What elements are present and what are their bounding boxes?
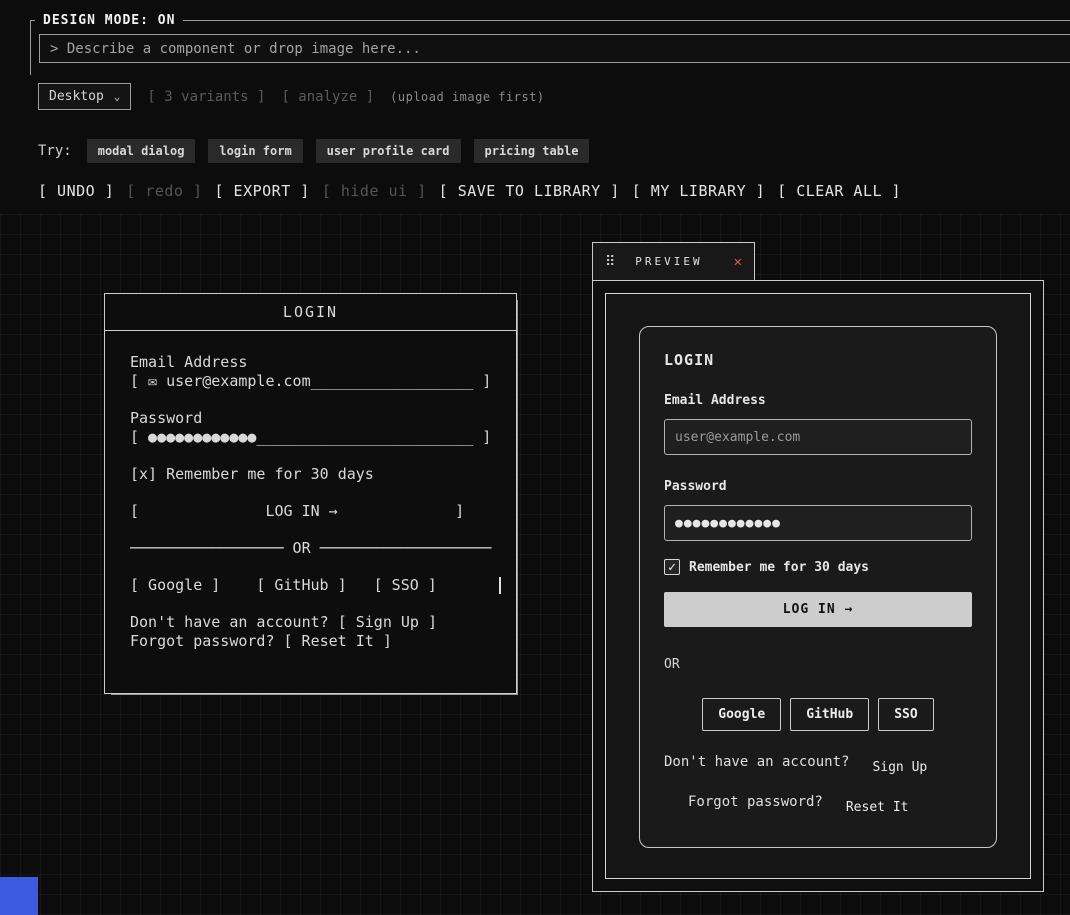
ascii-or-divider: ───────────────── OR ─────────────────── — [130, 539, 492, 557]
text-caret — [498, 577, 501, 594]
try-chip-pricing-table[interactable]: pricing table — [473, 139, 590, 163]
try-row: Try: modal dialog login form user profil… — [38, 139, 590, 163]
ascii-email-label: Email Address — [130, 353, 248, 371]
undo-button[interactable]: [ UNDO ] — [38, 182, 114, 200]
try-chip-login-form[interactable]: login form — [208, 139, 303, 163]
close-icon[interactable]: ✕ — [734, 254, 742, 270]
check-icon: ✓ — [668, 559, 676, 575]
ascii-password-label: Password — [130, 409, 203, 427]
preview-titlebar[interactable]: ⠿ PREVIEW ✕ — [592, 242, 755, 281]
password-input[interactable] — [664, 505, 972, 541]
ascii-github-button[interactable]: [ GitHub ] — [256, 576, 346, 595]
forgot-row: Forgot password? Reset It — [664, 794, 972, 816]
ascii-password-field[interactable]: [ ●●●●●●●●●●●●________________________ ] — [130, 428, 502, 447]
signup-text: Don't have an account? — [664, 754, 850, 770]
ascii-reset-text: Forgot password? — [130, 632, 275, 650]
ascii-signup-link[interactable]: [ Sign Up ] — [338, 613, 437, 632]
analyze-button[interactable]: [ analyze ] — [281, 89, 374, 105]
try-chip-user-profile-card[interactable]: user profile card — [315, 139, 461, 163]
ascii-login-body: Email Address [ ✉ user@example.com______… — [105, 331, 516, 651]
password-label: Password — [664, 479, 727, 494]
design-mode-legend: DESIGN MODE: ON — [43, 13, 176, 28]
try-chip-modal-dialog[interactable]: modal dialog — [86, 139, 196, 163]
email-label: Email Address — [664, 393, 766, 408]
corner-badge — [0, 877, 38, 915]
toolbar: [ UNDO ] [ redo ] [ EXPORT ] [ hide ui ]… — [38, 182, 901, 200]
google-button[interactable]: Google — [702, 698, 782, 731]
preview-panel: LOGIN Email Address Password ✓ Remember … — [592, 280, 1044, 892]
design-mode-panel: DESIGN MODE: ON — [30, 13, 1070, 75]
ascii-signup-row: Don't have an account? [ Sign Up ] — [130, 613, 502, 632]
ascii-google-button[interactable]: [ Google ] — [130, 576, 220, 595]
my-library-button[interactable]: [ MY LIBRARY ] — [632, 182, 765, 200]
ascii-remember-checkbox[interactable]: [x] Remember me for 30 days — [130, 465, 502, 484]
variants-button[interactable]: [ 3 variants ] — [147, 89, 265, 105]
try-label: Try: — [38, 143, 72, 159]
login-button[interactable]: LOG IN → — [664, 592, 972, 627]
prompt-input[interactable] — [39, 34, 1070, 63]
upload-hint: (upload image first) — [390, 89, 545, 104]
ascii-email-field[interactable]: [ ✉ user@example.com__________________ ] — [130, 372, 502, 391]
controls-row: Desktop ⌄ [ 3 variants ] [ analyze ] (up… — [38, 83, 545, 110]
login-card: LOGIN Email Address Password ✓ Remember … — [639, 326, 997, 848]
reset-link[interactable]: Reset It — [846, 800, 909, 815]
email-input[interactable] — [664, 419, 972, 455]
preview-title: PREVIEW — [635, 255, 703, 268]
export-button[interactable]: [ EXPORT ] — [215, 182, 310, 200]
save-to-library-button[interactable]: [ SAVE TO LIBRARY ] — [439, 182, 620, 200]
ascii-reset-link[interactable]: [ Reset It ] — [284, 632, 392, 651]
ascii-login-title: LOGIN — [105, 294, 516, 331]
remember-checkbox-row[interactable]: ✓ Remember me for 30 days — [664, 559, 972, 575]
redo-button[interactable]: [ redo ] — [126, 182, 202, 200]
ascii-social-row: [ Google ] [ GitHub ] [ SSO ] — [130, 576, 502, 595]
device-select[interactable]: Desktop ⌄ — [38, 83, 132, 110]
login-card-title: LOGIN — [664, 351, 715, 369]
github-button[interactable]: GitHub — [790, 698, 870, 731]
signup-row: Don't have an account? Sign Up — [664, 754, 972, 776]
social-row: Google GitHub SSO — [664, 698, 972, 731]
remember-label: Remember me for 30 days — [689, 559, 870, 575]
chevron-down-icon: ⌄ — [113, 90, 121, 103]
checkbox-checked[interactable]: ✓ — [664, 559, 680, 575]
forgot-text: Forgot password? — [688, 794, 823, 810]
preview-render-area: LOGIN Email Address Password ✓ Remember … — [605, 293, 1031, 879]
ascii-login-button[interactable]: [ LOG IN → ] — [130, 502, 502, 521]
ascii-signup-text: Don't have an account? — [130, 613, 329, 631]
ascii-login-component[interactable]: LOGIN Email Address [ ✉ user@example.com… — [104, 293, 517, 694]
ascii-reset-row: Forgot password? [ Reset It ] — [130, 632, 502, 651]
device-select-label: Desktop — [49, 89, 104, 104]
clear-all-button[interactable]: [ CLEAR ALL ] — [777, 182, 901, 200]
sso-button[interactable]: SSO — [878, 698, 934, 731]
signup-link[interactable]: Sign Up — [872, 760, 927, 775]
ascii-sso-button[interactable]: [ SSO ] — [374, 576, 437, 595]
hide-ui-button[interactable]: [ hide ui ] — [322, 182, 427, 200]
drag-handle-icon[interactable]: ⠿ — [605, 254, 615, 270]
or-divider: OR — [664, 657, 680, 672]
